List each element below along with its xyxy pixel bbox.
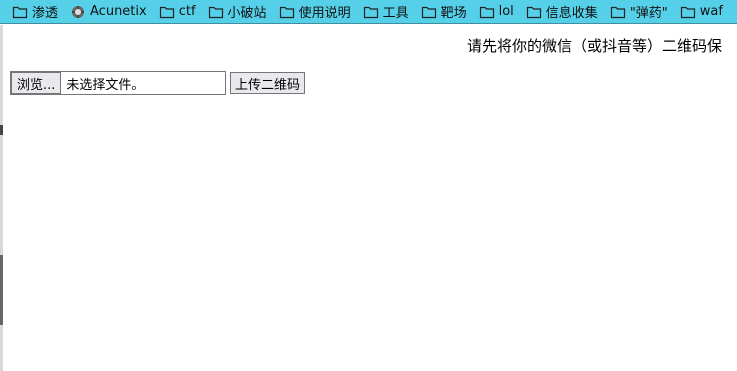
- folder-icon: [159, 5, 175, 19]
- upload-form: 浏览... 未选择文件。 上传二维码: [10, 71, 306, 95]
- bookmark-label: 靶场: [440, 6, 467, 21]
- edge-mark: [0, 125, 3, 135]
- bookmark-gongju[interactable]: 工具: [363, 2, 409, 21]
- folder-icon: [279, 5, 295, 19]
- folder-icon: [12, 5, 28, 19]
- window-left-edge: [0, 25, 3, 371]
- bookmark-ctf[interactable]: ctf: [159, 4, 196, 19]
- bookmark-xinxishouji[interactable]: 信息收集: [526, 2, 598, 21]
- bookmark-label: 信息收集: [545, 6, 598, 21]
- upload-instruction-text: 请先将你的微信（或抖音等）二维码保: [467, 37, 723, 55]
- folder-icon: [610, 5, 626, 19]
- folder-icon: [479, 5, 495, 19]
- edge-mark: [0, 255, 3, 325]
- file-input[interactable]: 浏览... 未选择文件。: [10, 71, 226, 95]
- bookmark-lol[interactable]: lol: [479, 4, 514, 19]
- bookmark-danyao[interactable]: "弹药": [610, 2, 668, 21]
- bookmark-waf[interactable]: waf: [680, 4, 723, 19]
- bookmark-label: 工具: [382, 6, 409, 21]
- folder-icon: [421, 5, 437, 19]
- bookmark-label: Acunetix: [90, 4, 147, 19]
- acunetix-icon: [70, 5, 86, 19]
- folder-icon: [526, 5, 542, 19]
- bookmark-label: "弹药": [629, 6, 668, 21]
- folder-icon: [363, 5, 379, 19]
- upload-qrcode-button[interactable]: 上传二维码: [230, 72, 306, 94]
- bookmarks-bar: 渗透 Acunetix ctf 小破站 使用说明 工具 靶场 lol 信息收集 …: [0, 0, 737, 24]
- bookmark-label: 小破站: [227, 6, 267, 21]
- bookmark-label: 渗透: [32, 6, 59, 21]
- bookmark-shentou[interactable]: 渗透: [12, 2, 58, 21]
- browse-button[interactable]: 浏览...: [11, 72, 62, 94]
- bookmark-acunetix[interactable]: Acunetix: [70, 4, 147, 19]
- folder-icon: [208, 5, 224, 19]
- bookmark-shiyongshuoming[interactable]: 使用说明: [279, 2, 351, 21]
- bookmark-label: 使用说明: [298, 6, 351, 21]
- bookmark-bachang[interactable]: 靶场: [421, 2, 467, 21]
- bookmark-xiaopozhan[interactable]: 小破站: [208, 2, 267, 21]
- bookmark-label: waf: [699, 4, 723, 19]
- bookmark-label: lol: [498, 4, 514, 19]
- bookmark-label: ctf: [178, 4, 196, 19]
- no-file-selected-text: 未选择文件。: [66, 77, 145, 93]
- folder-icon: [680, 5, 696, 19]
